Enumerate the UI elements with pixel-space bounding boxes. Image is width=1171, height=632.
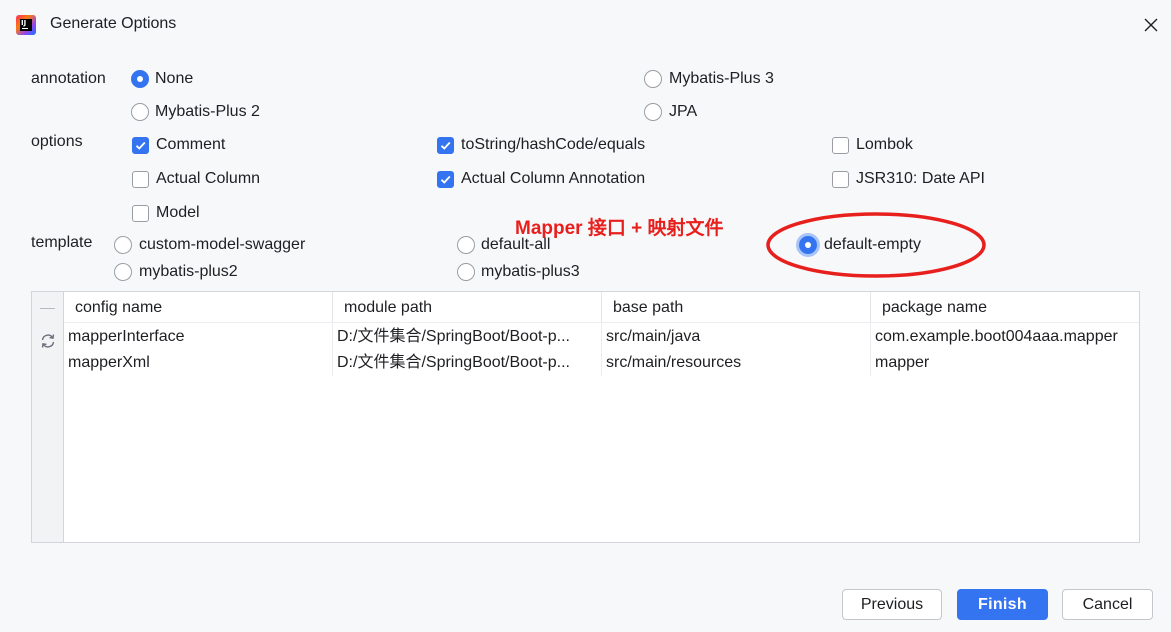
template-radio-default-all[interactable] (457, 236, 475, 254)
template-radio-mybatis-plus2[interactable] (114, 263, 132, 281)
previous-button[interactable]: Previous (842, 589, 942, 620)
table-cell[interactable]: src/main/resources (602, 350, 871, 376)
title-bar: IJ Generate Options (0, 0, 1171, 50)
table-cell[interactable]: mapperXml (64, 350, 333, 376)
annotation-radio-mybatis-plus-3[interactable] (644, 70, 662, 88)
table-header: config name module path base path packag… (64, 292, 1139, 323)
template-option-label[interactable]: default-all (481, 236, 550, 254)
checkbox-label[interactable]: Comment (156, 136, 225, 154)
annotation-label: annotation (31, 70, 106, 87)
refresh-icon[interactable] (38, 331, 58, 351)
actual-column-annotation-checkbox[interactable] (437, 171, 454, 188)
annotation-option-label[interactable]: Mybatis-Plus 3 (669, 70, 774, 88)
checkbox-label[interactable]: Actual Column Annotation (461, 170, 645, 188)
close-icon[interactable] (1138, 12, 1164, 38)
remove-row-icon[interactable] (40, 308, 55, 309)
template-radio-default-empty[interactable] (799, 236, 817, 254)
checkbox-label[interactable]: Model (156, 204, 200, 222)
finish-button[interactable]: Finish (957, 589, 1048, 620)
template-option-label[interactable]: default-empty (824, 236, 921, 254)
template-option-label[interactable]: custom-model-swagger (139, 236, 305, 254)
checkbox-label[interactable]: Lombok (856, 136, 913, 154)
config-table: config name module path base path packag… (31, 291, 1140, 543)
table-cell[interactable]: mapperInterface (64, 324, 333, 350)
template-radio-mybatis-plus3[interactable] (457, 263, 475, 281)
cancel-button[interactable]: Cancel (1062, 589, 1153, 620)
annotation-radio-none[interactable] (131, 70, 149, 88)
table-row[interactable]: mapperXml D:/文件集合/SpringBoot/Boot-p... s… (64, 350, 1139, 376)
table-row[interactable]: mapperInterface D:/文件集合/SpringBoot/Boot-… (64, 324, 1139, 350)
lombok-checkbox[interactable] (832, 137, 849, 154)
checkbox-label[interactable]: Actual Column (156, 170, 260, 188)
template-radio-custom-model-swagger[interactable] (114, 236, 132, 254)
actual-column-checkbox[interactable] (132, 171, 149, 188)
table-toolbar (32, 292, 64, 542)
checkbox-label[interactable]: toString/hashCode/equals (461, 136, 645, 154)
window-title: Generate Options (50, 15, 177, 32)
jsr310-date-api-checkbox[interactable] (832, 171, 849, 188)
annotation-option-label[interactable]: Mybatis-Plus 2 (155, 103, 260, 121)
table-cell[interactable]: D:/文件集合/SpringBoot/Boot-p... (333, 350, 602, 376)
checkmark-icon (135, 141, 146, 150)
checkmark-icon (440, 141, 451, 150)
annotation-radio-mybatis-plus-2[interactable] (131, 103, 149, 121)
annotation-option-label[interactable]: JPA (669, 103, 697, 121)
table-cell[interactable]: src/main/java (602, 324, 871, 350)
column-header-module-path[interactable]: module path (333, 292, 602, 323)
table-cell[interactable]: com.example.boot004aaa.mapper (871, 324, 1139, 350)
template-label: template (31, 234, 93, 251)
table-cell[interactable]: D:/文件集合/SpringBoot/Boot-p... (333, 324, 602, 350)
intellij-app-icon: IJ (16, 15, 36, 35)
template-option-label[interactable]: mybatis-plus3 (481, 263, 580, 281)
column-header-package-name[interactable]: package name (871, 292, 1139, 323)
template-option-label[interactable]: mybatis-plus2 (139, 263, 238, 281)
model-checkbox[interactable] (132, 205, 149, 222)
tostring-hashcode-equals-checkbox[interactable] (437, 137, 454, 154)
column-header-config-name[interactable]: config name (64, 292, 333, 323)
table-cell[interactable]: mapper (871, 350, 1139, 376)
column-header-base-path[interactable]: base path (602, 292, 871, 323)
checkmark-icon (440, 175, 451, 184)
comment-checkbox[interactable] (132, 137, 149, 154)
annotation-option-label[interactable]: None (155, 70, 193, 88)
annotation-radio-jpa[interactable] (644, 103, 662, 121)
checkbox-label[interactable]: JSR310: Date API (856, 170, 985, 188)
options-label: options (31, 133, 83, 150)
